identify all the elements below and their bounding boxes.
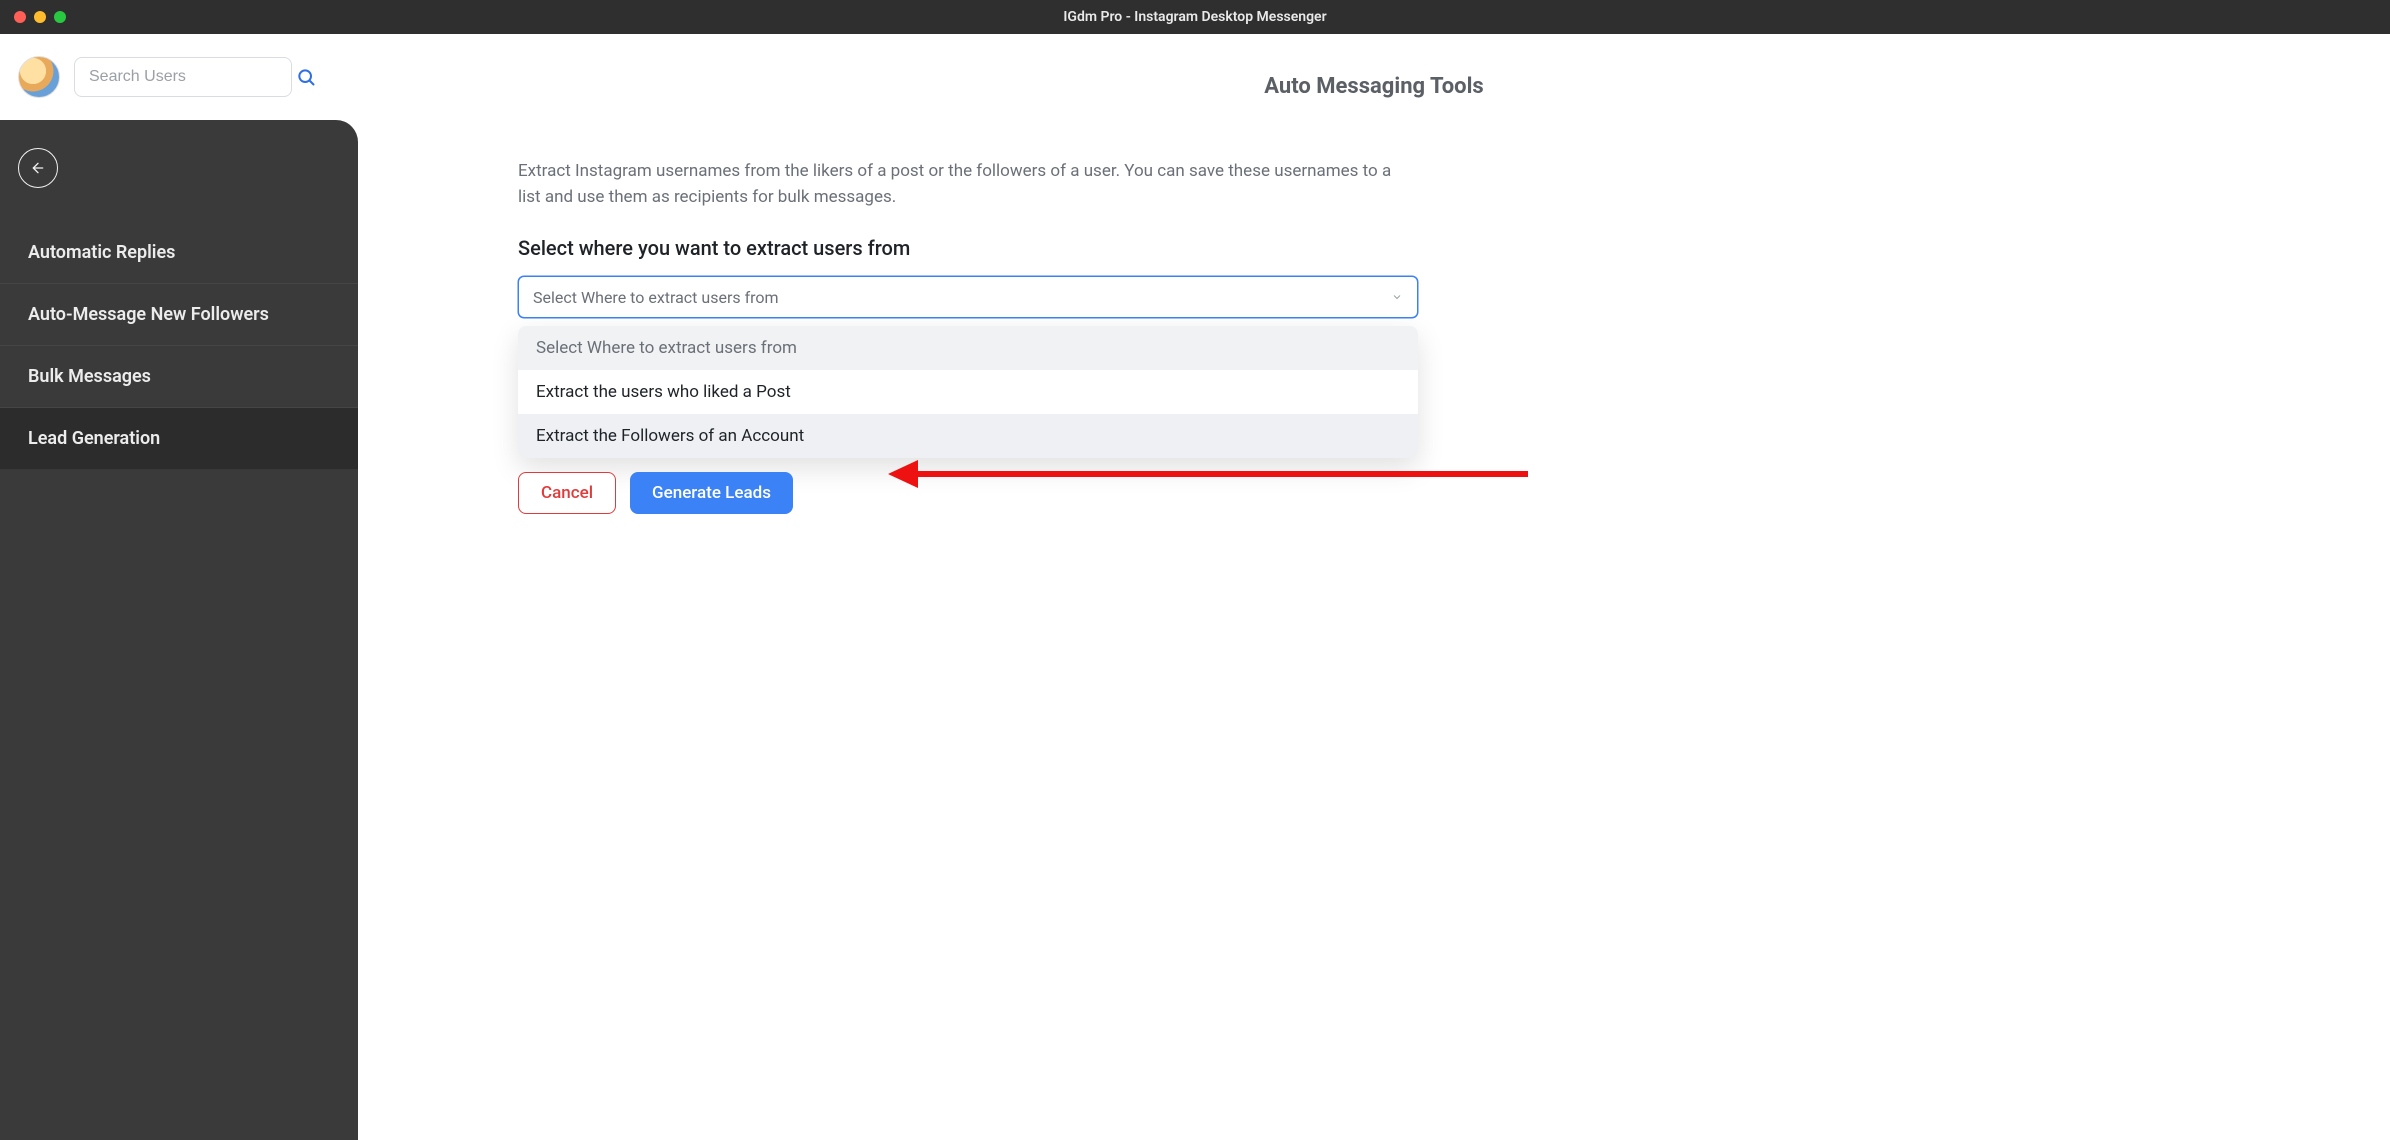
window-titlebar: IGdm Pro - Instagram Desktop Messenger	[0, 0, 2390, 34]
extract-source-dropdown: Select Where to extract users from Extra…	[518, 326, 1418, 458]
dropdown-option-label: Extract the Followers of an Account	[536, 426, 804, 446]
sidebar-item-lead-generation[interactable]: Lead Generation	[0, 408, 358, 470]
cancel-button[interactable]: Cancel	[518, 472, 616, 514]
sidebar-item-bulk-messages[interactable]: Bulk Messages	[0, 346, 358, 408]
chevron-down-icon	[1391, 291, 1403, 303]
sidebar-item-label: Bulk Messages	[28, 366, 151, 387]
maximize-window-button[interactable]	[54, 11, 66, 23]
sidebar-item-auto-message-new-followers[interactable]: Auto-Message New Followers	[0, 284, 358, 346]
dropdown-option-liked-post[interactable]: Extract the users who liked a Post	[518, 370, 1418, 414]
sidebar-item-automatic-replies[interactable]: Automatic Replies	[0, 222, 358, 284]
search-box[interactable]	[74, 57, 292, 97]
window-title: IGdm Pro - Instagram Desktop Messenger	[0, 9, 2390, 25]
sidebar: Automatic Replies Auto-Message New Follo…	[0, 120, 358, 1140]
button-label: Generate Leads	[652, 483, 771, 503]
button-label: Cancel	[541, 483, 593, 503]
avatar[interactable]	[18, 56, 60, 98]
dropdown-option-label: Extract the users who liked a Post	[536, 382, 791, 402]
extract-source-select[interactable]: Select Where to extract users from	[518, 276, 1418, 318]
search-icon	[296, 67, 316, 87]
main-panel: Auto Messaging Tools Extract Instagram u…	[358, 120, 2390, 1140]
description-text: Extract Instagram usernames from the lik…	[518, 159, 1398, 210]
dropdown-option-followers[interactable]: Extract the Followers of an Account	[518, 414, 1418, 458]
dropdown-option-label: Select Where to extract users from	[536, 338, 797, 358]
section-label: Select where you want to extract users f…	[518, 236, 1418, 260]
window-controls	[14, 11, 66, 23]
sidebar-item-label: Auto-Message New Followers	[28, 304, 269, 325]
close-window-button[interactable]	[14, 11, 26, 23]
search-input[interactable]	[89, 68, 296, 86]
arrow-left-icon	[30, 160, 46, 176]
sidebar-item-label: Automatic Replies	[28, 242, 175, 263]
minimize-window-button[interactable]	[34, 11, 46, 23]
sidebar-item-label: Lead Generation	[28, 428, 160, 449]
page-title: Auto Messaging Tools	[398, 74, 2350, 99]
dropdown-option-placeholder: Select Where to extract users from	[518, 326, 1418, 370]
generate-leads-button[interactable]: Generate Leads	[630, 472, 793, 514]
select-placeholder: Select Where to extract users from	[533, 288, 779, 307]
back-button[interactable]	[18, 148, 58, 188]
